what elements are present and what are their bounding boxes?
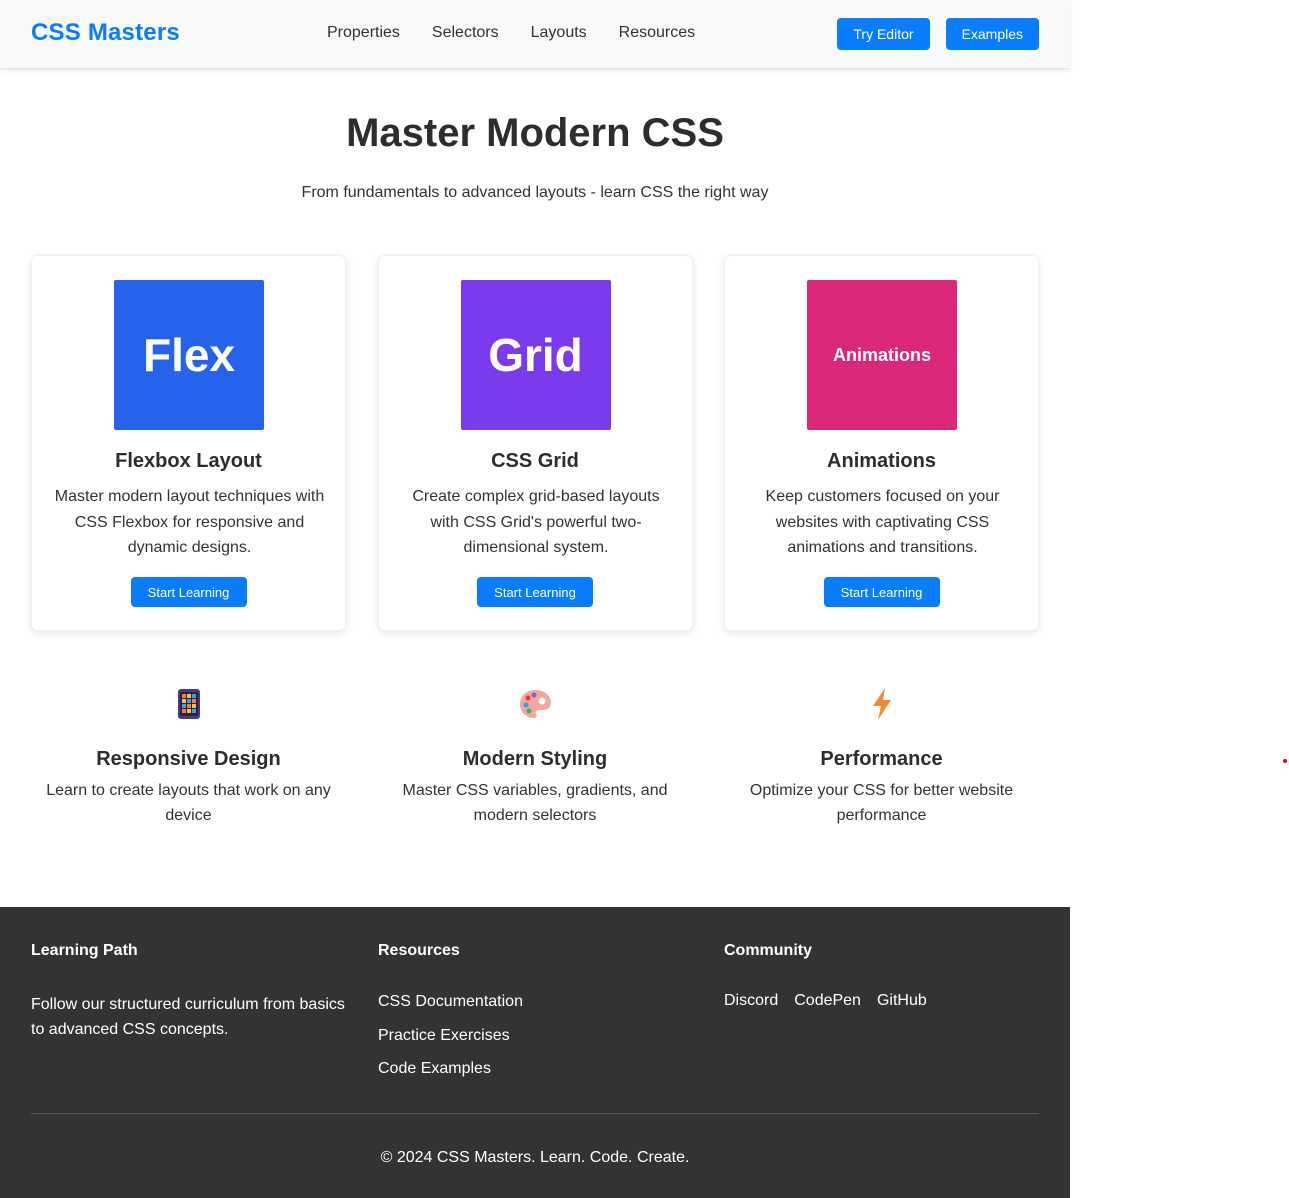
feature-description: Learn to create layouts that work on any…: [46, 782, 331, 824]
course-cards: Flex Flexbox Layout Master modern layout…: [31, 255, 1039, 631]
footer-col-learning: Learning Path Follow our structured curr…: [31, 942, 361, 1042]
footer-col-resources: Resources CSS Documentation Practice Exe…: [378, 942, 708, 1093]
card-grid: Grid CSS Grid Create complex grid-based …: [377, 255, 693, 631]
footer-link-css-documentation[interactable]: CSS Documentation: [378, 992, 708, 1012]
footer-heading: Community: [724, 942, 812, 959]
feature-title: Performance: [820, 748, 943, 770]
feature-title: Modern Styling: [462, 748, 608, 770]
footer-link-practice-exercises[interactable]: Practice Exercises: [378, 1026, 708, 1046]
card-image-animations: Animations: [807, 280, 957, 430]
footer-link-discord[interactable]: Discord: [724, 992, 778, 1010]
site-logo[interactable]: CSS Masters: [31, 19, 180, 47]
footer-col-community: Community Discord CodePen GitHub: [724, 942, 1054, 1010]
footer-community-links: Discord CodePen GitHub: [724, 992, 1054, 1010]
try-editor-button[interactable]: Try Editor: [837, 18, 930, 50]
main-nav: Properties Selectors Layouts Resources: [327, 24, 727, 42]
examples-button[interactable]: Examples: [945, 18, 1039, 50]
header-actions: Try Editor Examples: [837, 18, 1039, 50]
mobile-phone-icon: [177, 689, 200, 719]
features: Responsive Design Learn to create layout…: [31, 686, 1039, 836]
nav-link-resources[interactable]: Resources: [619, 24, 695, 42]
feature-styling: Modern Styling Master CSS variables, gra…: [378, 686, 693, 836]
start-learning-button[interactable]: Start Learning: [477, 577, 593, 607]
card-image-flex: Flex: [114, 280, 264, 430]
footer-link-code-examples[interactable]: Code Examples: [378, 1059, 708, 1079]
feature-description: Master CSS variables, gradients, and mod…: [402, 782, 668, 824]
feature-description: Optimize your CSS for better website per…: [749, 782, 1014, 824]
card-animations: Animations Animations Keep customers foc…: [724, 255, 1039, 631]
nav-link-selectors[interactable]: Selectors: [432, 24, 499, 42]
feature-title: Responsive Design: [96, 748, 281, 770]
footer-link-codepen[interactable]: CodePen: [794, 992, 861, 1010]
hero-subtitle: From fundamentals to advanced layouts - …: [301, 184, 769, 201]
start-learning-button[interactable]: Start Learning: [823, 577, 940, 607]
card-description: Create complex grid-based layouts with C…: [412, 488, 660, 556]
red-dot-marker: [1283, 759, 1287, 763]
card-flexbox: Flex Flexbox Layout Master modern layout…: [31, 255, 346, 631]
copyright: © 2024 CSS Masters. Learn. Code. Create.: [380, 1149, 690, 1166]
footer-heading: Resources: [378, 942, 460, 959]
feature-responsive: Responsive Design Learn to create layout…: [31, 686, 346, 836]
card-title: CSS Grid: [491, 450, 579, 472]
site-header: CSS Masters Properties Selectors Layouts…: [0, 0, 1070, 69]
palette-icon: [520, 690, 551, 718]
hero-title: Master Modern CSS: [346, 111, 724, 155]
nav-link-layouts[interactable]: Layouts: [531, 24, 587, 42]
card-image-grid: Grid: [460, 280, 611, 430]
footer-text: Follow our structured curriculum from ba…: [31, 996, 345, 1038]
footer-resource-links: CSS Documentation Practice Exercises Cod…: [378, 992, 708, 1079]
footer-divider: [31, 1113, 1039, 1114]
lightning-icon: [872, 688, 891, 720]
card-description: Keep customers focused on your websites …: [765, 488, 1000, 556]
footer-heading: Learning Path: [31, 942, 138, 959]
footer-link-github[interactable]: GitHub: [877, 992, 927, 1010]
page: CSS Masters Properties Selectors Layouts…: [0, 0, 1070, 1198]
card-title: Flexbox Layout: [115, 450, 262, 472]
card-description: Master modern layout techniques with CSS…: [54, 488, 325, 556]
nav-link-properties[interactable]: Properties: [327, 24, 400, 42]
start-learning-button[interactable]: Start Learning: [130, 577, 247, 607]
card-title: Animations: [827, 450, 936, 472]
feature-performance: Performance Optimize your CSS for better…: [724, 686, 1039, 836]
site-footer: Learning Path Follow our structured curr…: [0, 907, 1070, 1198]
